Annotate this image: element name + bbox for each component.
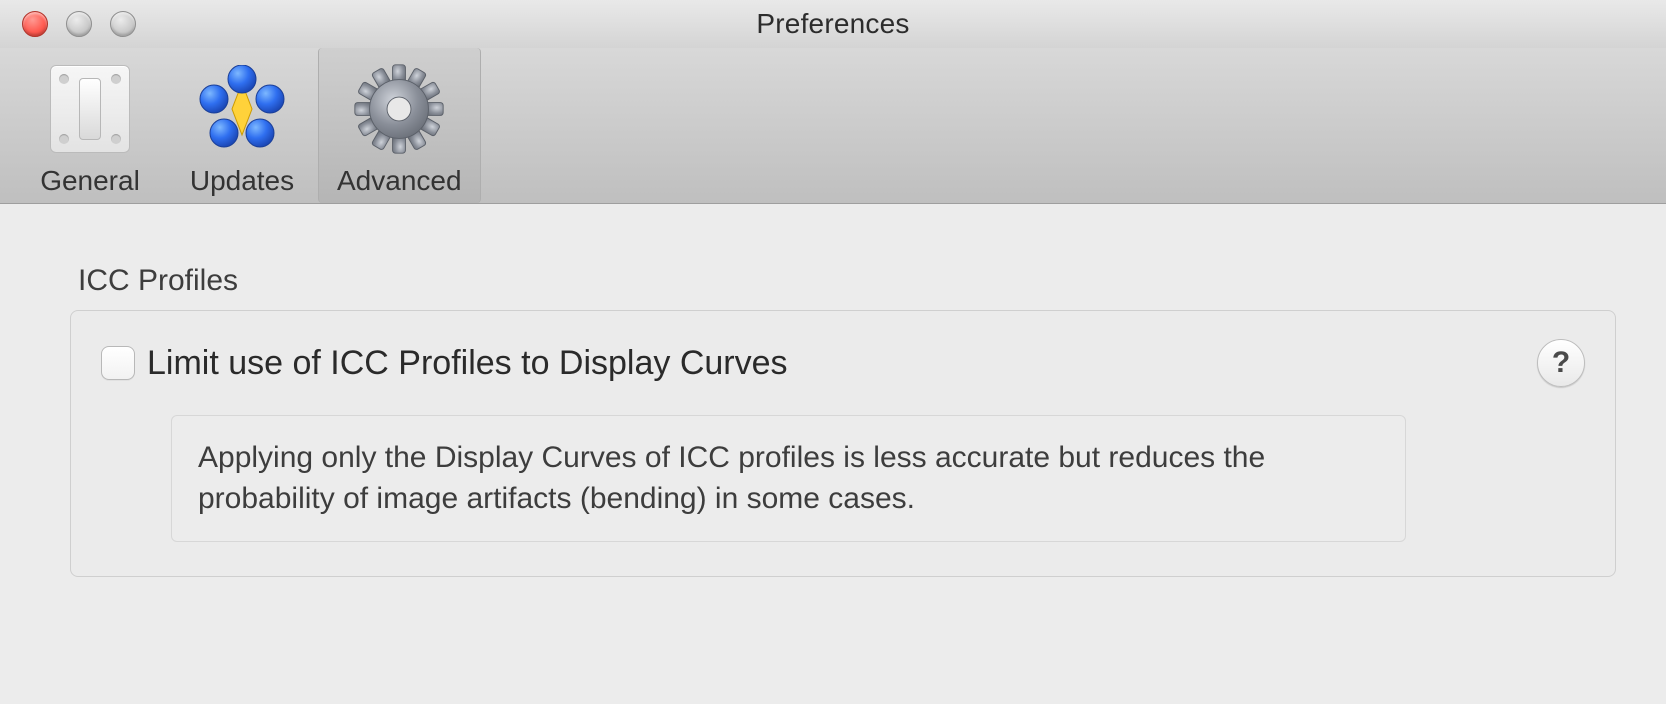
tab-label: Advanced <box>337 165 462 197</box>
advanced-pane: ICC Profiles Limit use of ICC Profiles t… <box>0 204 1666 704</box>
updates-icon <box>194 63 290 155</box>
limit-icc-description: Applying only the Display Curves of ICC … <box>171 415 1406 542</box>
limit-icc-label[interactable]: Limit use of ICC Profiles to Display Cur… <box>147 344 1525 383</box>
minimize-button[interactable] <box>66 11 92 37</box>
section-title-icc-profiles: ICC Profiles <box>78 264 1616 298</box>
window-controls <box>0 11 136 37</box>
switch-icon <box>50 63 130 155</box>
preferences-toolbar: General <box>0 48 1666 204</box>
icc-profiles-group: Limit use of ICC Profiles to Display Cur… <box>70 310 1616 577</box>
gear-icon <box>353 63 445 155</box>
preferences-window: Preferences General <box>0 0 1666 704</box>
tab-label: Updates <box>190 165 294 197</box>
limit-icc-row: Limit use of ICC Profiles to Display Cur… <box>101 339 1585 387</box>
tab-updates[interactable]: Updates <box>166 48 318 203</box>
tab-advanced[interactable]: Advanced <box>318 48 481 203</box>
window-title: Preferences <box>0 8 1666 40</box>
tab-general[interactable]: General <box>14 48 166 203</box>
tab-label: General <box>40 165 140 197</box>
limit-icc-checkbox[interactable] <box>101 346 135 380</box>
titlebar[interactable]: Preferences <box>0 0 1666 48</box>
help-button[interactable]: ? <box>1537 339 1585 387</box>
close-button[interactable] <box>22 11 48 37</box>
zoom-button[interactable] <box>110 11 136 37</box>
